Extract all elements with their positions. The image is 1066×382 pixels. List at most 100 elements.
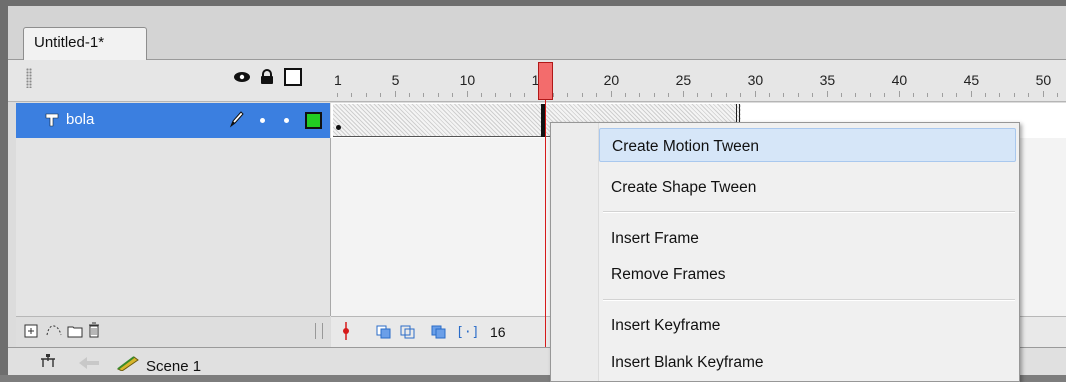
ruler-tick (639, 93, 641, 97)
ruler-tick (927, 93, 929, 97)
current-frame-value: 16 (490, 324, 506, 340)
ruler-tick (797, 93, 799, 97)
ruler-tick (423, 93, 425, 97)
menu-item-remove-frames[interactable]: Remove Frames (599, 257, 1017, 291)
ruler-label: 5 (391, 72, 400, 88)
context-menu: Create Motion Tween Create Shape Tween I… (550, 122, 1020, 382)
ruler-tick (553, 93, 554, 97)
ruler-tick (999, 93, 1001, 97)
ruler-tick (869, 93, 871, 97)
document-tab[interactable]: Untitled-1* (23, 27, 147, 61)
ruler-label: 10 (459, 72, 476, 88)
ruler-tick (581, 93, 583, 97)
document-tab-strip (8, 6, 1066, 60)
layer-footer-toolbar (16, 316, 330, 347)
document-tab-label: Untitled-1* (34, 34, 105, 51)
pencil-icon[interactable] (229, 110, 245, 133)
scene-label[interactable]: Scene 1 (146, 358, 201, 375)
outline-green-icon[interactable] (305, 112, 322, 129)
ruler-tick (725, 93, 727, 97)
menu-item-insert-blank-keyframe[interactable]: Insert Blank Keyframe (599, 345, 1017, 379)
onion-skin-icon[interactable] (376, 325, 392, 344)
ruler-tick (1057, 93, 1058, 97)
lock-dot-icon[interactable] (284, 118, 289, 123)
layer-list-area[interactable] (16, 138, 331, 316)
ruler-tick (941, 93, 943, 97)
onion-skin-outlines-icon[interactable] (400, 325, 416, 344)
playhead-line (545, 100, 546, 347)
ruler-tick (596, 93, 598, 97)
menu-item-label: Create Motion Tween (612, 138, 760, 155)
ruler-tick (682, 91, 684, 97)
ruler-tick (409, 93, 410, 97)
ruler-tick (985, 93, 986, 97)
playhead-handle[interactable] (538, 62, 553, 100)
ruler-label: 1 (334, 72, 342, 88)
ruler-tick (567, 93, 569, 97)
menu-item-label: Insert Keyframe (611, 317, 721, 334)
ruler-label: 30 (747, 72, 764, 88)
delete-icon[interactable] (88, 322, 100, 343)
panel-grip-icon[interactable] (26, 68, 32, 88)
ruler-tick (711, 93, 713, 97)
ruler-label: 35 (819, 72, 836, 88)
menu-item-create-motion-tween[interactable]: Create Motion Tween (599, 128, 1016, 162)
ruler-tick (337, 93, 338, 97)
menu-item-insert-keyframe[interactable]: Insert Keyframe (599, 308, 1017, 342)
eye-icon[interactable] (231, 67, 253, 87)
ruler-tick (437, 93, 439, 97)
ruler-tick (884, 93, 886, 97)
menu-item-insert-frame[interactable]: Insert Frame (599, 221, 1017, 255)
splitter-handle-icon[interactable] (315, 323, 323, 339)
outline-square-icon[interactable] (280, 67, 306, 87)
ruler-tick (481, 93, 482, 97)
menu-separator (603, 299, 1015, 301)
menu-item-label: Create Shape Tween (611, 179, 757, 196)
menu-icon-gutter (551, 123, 599, 381)
menu-item-label: Insert Blank Keyframe (611, 354, 764, 371)
ruler-tick (625, 93, 626, 97)
frame-ruler[interactable]: 15101520253035404550 (331, 60, 1066, 102)
new-layer-icon[interactable] (24, 324, 38, 343)
ruler-tick (826, 91, 828, 97)
ruler-tick (812, 93, 814, 97)
new-folder-icon[interactable] (67, 324, 83, 343)
ruler-tick (668, 93, 670, 97)
ruler-tick (855, 93, 857, 97)
ruler-tick (740, 93, 742, 97)
ruler-tick (769, 93, 770, 97)
modify-onion-markers-icon[interactable]: [·] (456, 325, 479, 340)
ruler-tick (452, 93, 454, 97)
layer-icon (45, 113, 60, 132)
ruler-tick (365, 93, 367, 97)
edit-multiple-frames-icon[interactable] (431, 325, 447, 344)
keyframe-dot[interactable] (336, 125, 341, 130)
ruler-label: 45 (963, 72, 980, 88)
ruler-tick (913, 93, 914, 97)
menu-item-label: Insert Frame (611, 230, 699, 247)
ruler-tick (466, 91, 468, 97)
scene-icon (116, 353, 140, 376)
ruler-tick (970, 91, 972, 97)
lock-icon[interactable] (256, 67, 278, 87)
ruler-tick (754, 91, 756, 97)
ruler-label: 50 (1035, 72, 1052, 88)
menu-separator (603, 211, 1015, 213)
ruler-tick (495, 93, 497, 97)
visible-dot-icon[interactable] (260, 118, 265, 123)
menu-item-create-shape-tween[interactable]: Create Shape Tween (599, 170, 1017, 204)
center-frame-icon[interactable] (342, 322, 350, 345)
motion-guide-icon[interactable] (45, 323, 63, 342)
ruler-tick (610, 91, 612, 97)
layer-row-bola[interactable] (16, 103, 330, 138)
back-arrow-icon[interactable] (78, 356, 100, 375)
ruler-tick (380, 93, 382, 97)
ruler-tick (524, 93, 526, 97)
ruler-tick (394, 91, 396, 97)
ruler-tick (1028, 93, 1030, 97)
ruler-tick (351, 93, 353, 97)
ruler-tick (956, 93, 958, 97)
timeline-toggle-icon[interactable] (38, 353, 58, 374)
layer-name[interactable]: bola (66, 111, 94, 128)
ruler-tick (697, 93, 698, 97)
